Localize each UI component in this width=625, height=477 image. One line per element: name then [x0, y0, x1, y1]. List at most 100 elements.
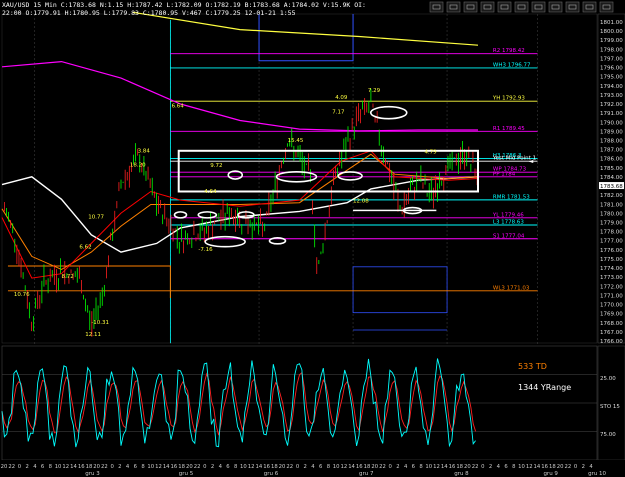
x-tick-label: 22: [194, 464, 201, 470]
window-icons[interactable]: [429, 1, 614, 13]
x-tick-label: 12: [155, 464, 162, 470]
x-tick-label: 20: [464, 464, 471, 470]
x-tick-label: 20: [93, 464, 100, 470]
day-label: gru 5: [179, 471, 194, 477]
close-icon-frame: [599, 1, 614, 13]
x-tick-label: 18: [86, 464, 93, 470]
level-label: L3 1778.63: [493, 219, 525, 225]
annotation-bar: [353, 209, 437, 212]
price-tick-label: 1785.00: [600, 166, 623, 172]
price-tick-label: 1789.00: [600, 129, 623, 135]
close-icon[interactable]: [599, 1, 614, 13]
price-tick-label: 1799.00: [600, 38, 623, 44]
x-tick-label: 16: [449, 464, 456, 470]
level-label: YH 1792.93: [492, 96, 525, 102]
price-tick-label: 1783.68: [600, 184, 623, 190]
tile-icon[interactable]: [463, 1, 478, 13]
price-tick-label: 1769.00: [600, 312, 623, 318]
price-tick-label: 1772.00: [600, 284, 623, 290]
price-annotation: 7.29: [368, 88, 381, 94]
x-tick-label: 10: [518, 464, 525, 470]
price-tick-label: 1788.00: [600, 138, 623, 144]
x-tick-label: 16: [78, 464, 85, 470]
x-tick-label: 12: [433, 464, 440, 470]
lock-icon[interactable]: [531, 1, 546, 13]
chart-icon[interactable]: [497, 1, 512, 13]
minimize-icon[interactable]: [565, 1, 580, 13]
header: XAU/USD 15 Min C:1783.68 N:1.15 H:1787.4…: [2, 1, 366, 17]
x-tick-label: 10: [333, 464, 340, 470]
price-annotation: 3.84: [138, 149, 151, 155]
x-tick-label: 22: [286, 464, 293, 470]
x-tick-label: 18: [271, 464, 278, 470]
price-tick-label: 1770.00: [600, 303, 623, 309]
x-tick-label: 22: [564, 464, 571, 470]
pin-icon[interactable]: [548, 1, 563, 13]
price-annotation: 4.64: [204, 189, 217, 195]
osc-label: 1344 YRange: [518, 383, 571, 392]
price-tick-label: 1780.00: [600, 211, 623, 217]
header-line2: 22:00 O:1779.91 H:1780.95 L:1779.83 C:17…: [2, 9, 296, 17]
x-tick-label: 12: [248, 464, 255, 470]
x-tick-label: 14: [348, 464, 355, 470]
x-tick-label: 2: [489, 464, 492, 470]
x-tick-label: 12: [526, 464, 533, 470]
x-tick-label: 22: [379, 464, 386, 470]
price-annotation: 12.11: [85, 332, 101, 338]
grid-icon[interactable]: [446, 1, 461, 13]
day-label: gru 3: [85, 471, 100, 477]
price-tick-label: 1796.00: [600, 66, 623, 72]
price-tick-label: 1798.00: [600, 47, 623, 53]
price-tick-label: 1784.00: [600, 175, 623, 181]
x-tick-label: 12: [62, 464, 69, 470]
x-tick-label: 10: [240, 464, 247, 470]
x-tick-label: 20: [371, 464, 378, 470]
price-annotation: 7.17: [332, 110, 345, 116]
osc-tick-label: 75.00: [600, 432, 616, 438]
x-tick-label: 12: [340, 464, 347, 470]
x-tick-label: 16: [171, 464, 178, 470]
price-annotation: 10.77: [88, 214, 104, 220]
price-tick-label: 1786.00: [600, 157, 623, 163]
price-tick-label: 1779.00: [600, 221, 623, 227]
settings-icon[interactable]: [514, 1, 529, 13]
minimize-icon-frame: [565, 1, 580, 13]
price-annotation: 15.45: [288, 138, 304, 144]
restore-icon-frame: [582, 1, 597, 13]
price-tick-label: 1787.00: [600, 148, 623, 154]
zoom-icon[interactable]: [429, 1, 444, 13]
price-annotation: 9.72: [210, 163, 222, 169]
price-tick-label: 1776.00: [600, 248, 623, 254]
link-icon[interactable]: [480, 1, 495, 13]
restore-icon[interactable]: [582, 1, 597, 13]
price-tick-label: 1792.00: [600, 102, 623, 108]
x-tick-label: 22: [472, 464, 479, 470]
header-line1: XAU/USD 15 Min C:1783.68 N:1.15 H:1787.4…: [2, 1, 366, 9]
level-label: WH3 1796.77: [493, 62, 531, 68]
x-tick-label: 10: [147, 464, 154, 470]
x-tick-label: 2: [304, 464, 307, 470]
price-tick-label: 1771.00: [600, 293, 623, 299]
x-tick-label: 2: [396, 464, 399, 470]
price-annotation: -7.16: [198, 247, 213, 253]
x-tick-label: 20: [557, 464, 564, 470]
x-tick-label: 2: [582, 464, 585, 470]
osc-tick-label: STO 15: [600, 404, 620, 410]
x-tick-label: 20: [186, 464, 193, 470]
price-tick-label: 1800.00: [600, 29, 623, 35]
x-tick-label: 2: [211, 464, 214, 470]
day-label: gru 6: [264, 471, 279, 477]
chart-icon-frame: [497, 1, 512, 13]
price-tick-label: 1801.00: [600, 20, 623, 26]
price-tick-label: 1791.00: [600, 111, 623, 117]
price-annotation: 4.79: [424, 149, 437, 155]
zoom-icon-frame: [429, 1, 444, 13]
level-label: WP 1784.73: [493, 167, 527, 173]
x-tick-label: 14: [256, 464, 263, 470]
x-tick-label: 18: [549, 464, 556, 470]
price-tick-label: 1795.00: [600, 75, 623, 81]
pin-icon-frame: [548, 1, 563, 13]
midpoint-arrow: ◄: [529, 158, 534, 165]
x-tick-label: 18: [178, 464, 185, 470]
x-tick-label: 16: [263, 464, 270, 470]
